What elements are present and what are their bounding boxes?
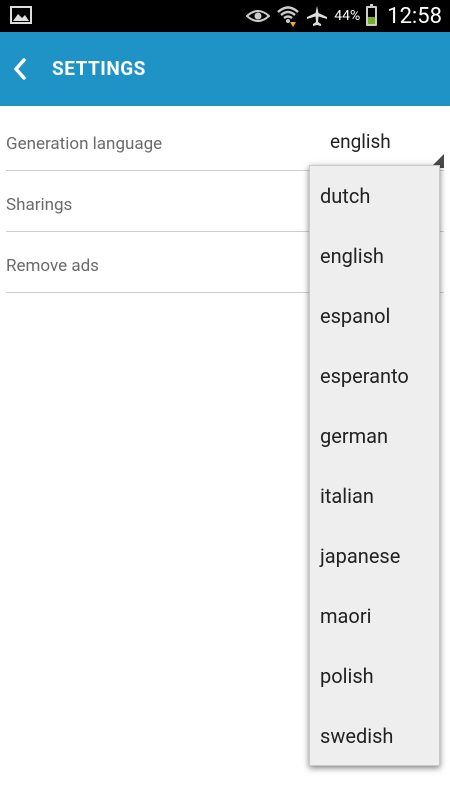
gallery-icon (10, 6, 32, 24)
language-dropdown: dutch english espanol esperanto german i… (309, 165, 440, 766)
airplane-mode-icon (307, 6, 328, 26)
language-option-italian[interactable]: italian (310, 466, 439, 526)
sharings-label: Sharings (6, 195, 73, 215)
status-bar: 44% 12:58 (0, 0, 450, 32)
clock: 12:58 (387, 3, 442, 29)
back-button[interactable] (6, 46, 46, 92)
language-option-maori[interactable]: maori (310, 586, 439, 646)
language-option-swedish[interactable]: swedish (310, 706, 439, 766)
setting-generation-language[interactable]: Generation language english (6, 110, 444, 171)
language-select[interactable]: english (312, 110, 444, 172)
language-option-polish[interactable]: polish (310, 646, 439, 706)
language-option-english[interactable]: english (310, 226, 439, 286)
language-option-german[interactable]: german (310, 406, 439, 466)
page-title: SETTINGS (52, 57, 146, 80)
remove-ads-label: Remove ads (6, 256, 99, 276)
language-option-dutch[interactable]: dutch (310, 166, 439, 226)
battery-percent: 44% (334, 8, 361, 24)
language-option-espanol[interactable]: espanol (310, 286, 439, 346)
generation-language-label: Generation language (6, 134, 163, 154)
battery-icon (366, 4, 378, 26)
language-select-value: english (330, 130, 391, 153)
eye-icon (246, 10, 271, 22)
wifi-icon (277, 6, 300, 27)
language-option-japanese[interactable]: japanese (310, 526, 439, 586)
language-option-esperanto[interactable]: esperanto (310, 346, 439, 406)
chevron-left-icon (14, 58, 26, 80)
app-bar: SETTINGS (0, 32, 450, 106)
